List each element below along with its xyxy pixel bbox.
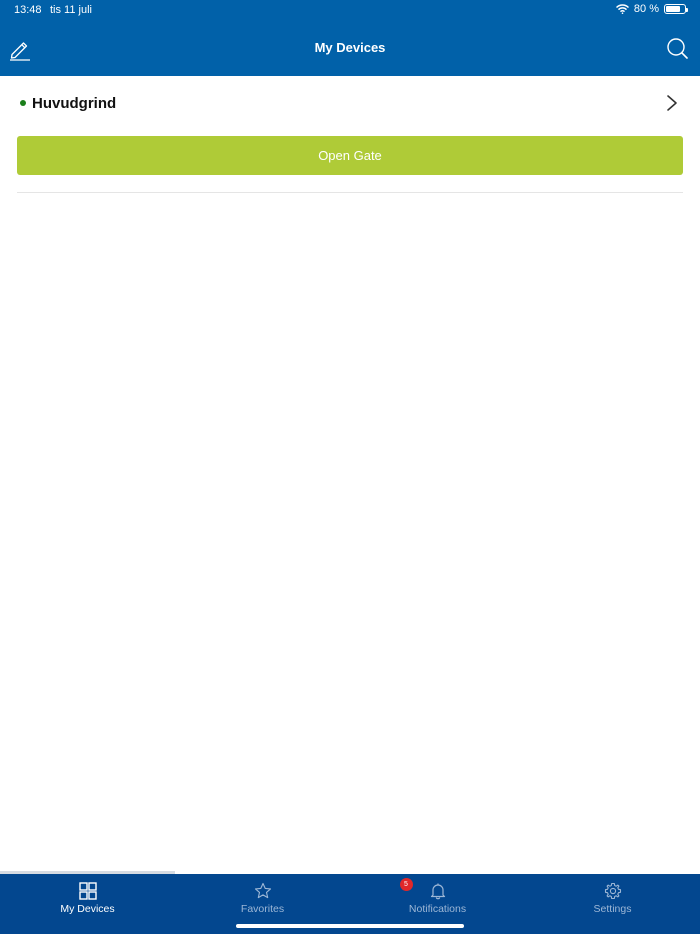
chevron-right-icon — [667, 95, 677, 111]
status-time: 13:48 — [14, 4, 42, 16]
gear-icon — [604, 882, 621, 900]
notification-badge: 5 — [399, 878, 413, 891]
tab-my-devices[interactable]: My Devices — [0, 874, 175, 934]
device-row-huvudgrind[interactable]: Huvudgrind — [17, 90, 683, 116]
status-date: tis 11 juli — [50, 4, 92, 16]
grid-icon — [78, 882, 97, 900]
battery-cap — [686, 8, 688, 12]
battery-icon — [664, 4, 688, 14]
open-gate-button[interactable]: Open Gate — [17, 136, 683, 175]
top-navigation-bar: 13:48 tis 11 juli 80 % My Devices — [0, 0, 700, 76]
bell-icon — [430, 883, 445, 900]
page-title: My Devices — [314, 40, 386, 55]
tab-settings[interactable]: Settings — [525, 874, 700, 934]
battery-percent: 80 % — [633, 3, 659, 15]
star-icon — [254, 882, 271, 899]
search-icon[interactable] — [666, 37, 688, 59]
home-indicator — [236, 924, 464, 928]
battery-fill — [666, 6, 681, 12]
tab-label: My Devices — [60, 903, 115, 915]
tab-label: Settings — [593, 903, 632, 915]
row-divider — [17, 192, 683, 193]
tab-label: Notifications — [408, 903, 467, 915]
online-status-dot — [20, 100, 26, 106]
tab-label: Favorites — [240, 903, 285, 915]
device-name: Huvudgrind — [32, 94, 117, 112]
status-indicators: 80 % — [615, 3, 688, 15]
wifi-icon — [615, 4, 629, 14]
